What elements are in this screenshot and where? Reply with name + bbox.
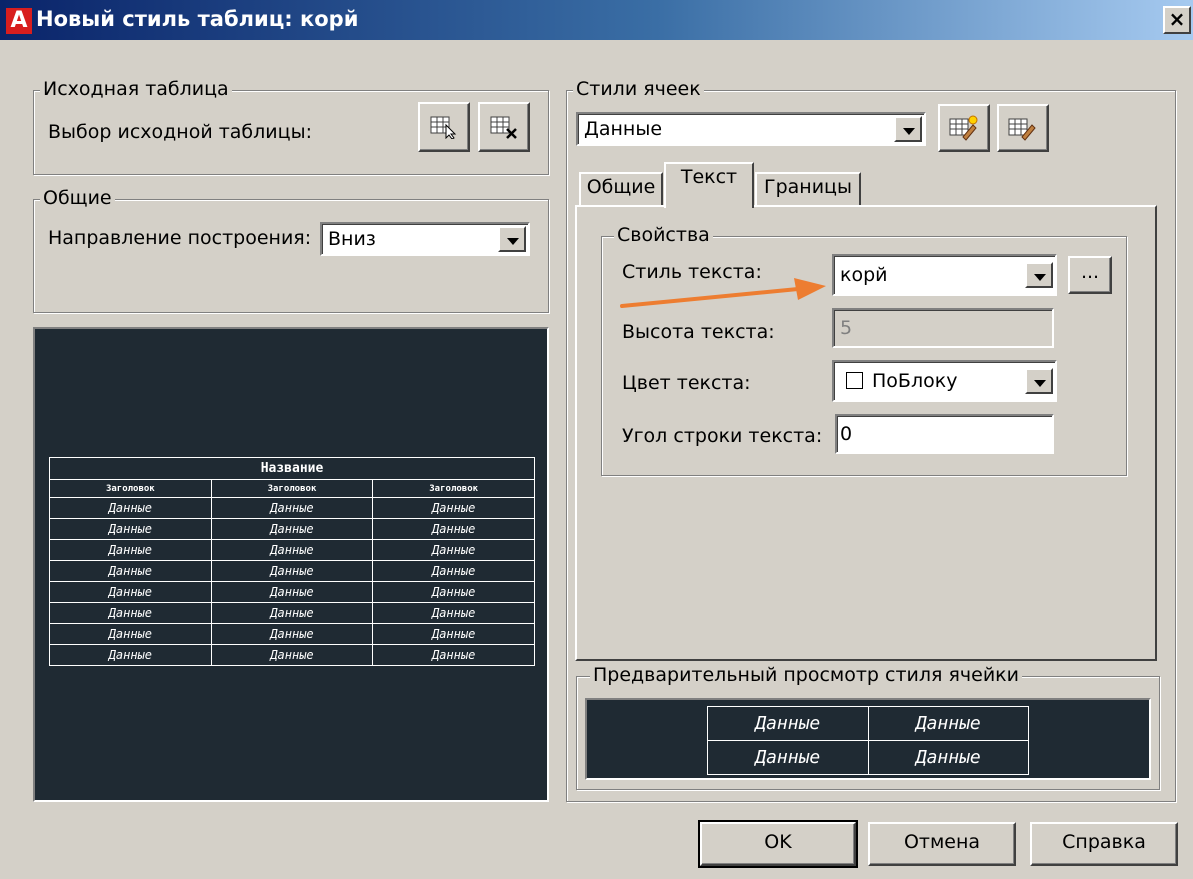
preview-data-row: Данные Данные Данные	[49, 560, 535, 582]
preview-data-cell: Данные	[210, 560, 374, 582]
text-style-value: корй	[840, 264, 888, 286]
text-height-value: 5	[840, 317, 853, 339]
general-group	[33, 199, 549, 313]
cell-preview-row: Данные Данные	[707, 706, 1029, 741]
preview-data-cell: Данные	[210, 623, 374, 645]
text-color-select[interactable]: ПоБлоку	[832, 360, 1057, 402]
preview-data-row: Данные Данные Данные	[49, 518, 535, 540]
text-height-label: Высота текста:	[622, 321, 775, 343]
manage-cell-styles-icon	[1008, 118, 1036, 141]
preview-data-cell: Данные	[372, 539, 535, 561]
direction-label: Направление построения:	[48, 227, 312, 249]
select-source-table-label: Выбор исходной таблицы:	[48, 121, 312, 143]
cell-preview-table: Данные Данные Данные Данные	[707, 706, 1029, 775]
general-group-label: Общие	[40, 187, 115, 209]
preview-data-cell: Данные	[372, 581, 535, 603]
window-title: Новый стиль таблиц: корй	[36, 7, 359, 31]
chevron-down-icon[interactable]	[894, 116, 922, 142]
source-table-group-label: Исходная таблица	[40, 78, 232, 100]
preview-data-cell: Данные	[49, 497, 212, 519]
cell-style-preview: Данные Данные Данные Данные	[585, 698, 1151, 780]
preview-data-cell: Данные	[372, 560, 535, 582]
preview-data-row: Данные Данные Данные	[49, 644, 535, 666]
text-angle-value: 0	[840, 423, 853, 445]
preview-data-row: Данные Данные Данные	[49, 623, 535, 645]
cell-style-select[interactable]: Данные	[576, 112, 926, 146]
text-style-browse-button[interactable]: ...	[1068, 256, 1112, 294]
text-height-input: 5	[832, 308, 1054, 348]
select-table-icon	[430, 116, 457, 139]
direction-select[interactable]: Вниз	[320, 222, 530, 256]
ok-button[interactable]: OK	[698, 820, 858, 868]
preview-data-cell: Данные	[49, 644, 212, 666]
new-cell-style-button[interactable]	[938, 104, 990, 152]
preview-data-cell: Данные	[372, 623, 535, 645]
preview-data-cell: Данные	[372, 602, 535, 624]
preview-data-cell: Данные	[49, 560, 212, 582]
preview-data-cell: Данные	[210, 602, 374, 624]
preview-data-row: Данные Данные Данные	[49, 581, 535, 603]
cell-preview-row: Данные Данные	[707, 740, 1029, 775]
preview-data-row: Данные Данные Данные	[49, 539, 535, 561]
preview-data-cell: Данные	[372, 644, 535, 666]
tab-general[interactable]: Общие	[579, 172, 663, 206]
preview-header-cell: Заголовок	[372, 479, 535, 498]
tab-borders[interactable]: Границы	[755, 172, 861, 206]
preview-data-cell: Данные	[210, 644, 374, 666]
remove-table-icon	[490, 116, 517, 139]
direction-value: Вниз	[328, 228, 376, 250]
preview-header-cell: Заголовок	[210, 479, 374, 498]
preview-data-cell: Данные	[210, 581, 374, 603]
properties-group-label: Свойства	[614, 224, 713, 246]
manage-cell-styles-button[interactable]	[997, 104, 1049, 152]
preview-table-title: Название	[49, 457, 535, 480]
chevron-down-icon[interactable]	[1025, 262, 1053, 288]
preview-data-cell: Данные	[210, 518, 374, 540]
cell-preview-cell: Данные	[707, 706, 869, 741]
chevron-down-icon[interactable]	[1025, 368, 1053, 394]
preview-data-cell: Данные	[49, 602, 212, 624]
select-source-table-button[interactable]	[418, 102, 470, 152]
preview-data-row: Данные Данные Данные	[49, 602, 535, 624]
cell-preview-cell: Данные	[867, 706, 1029, 741]
preview-data-row: Данные Данные Данные	[49, 497, 535, 519]
preview-header-cell: Заголовок	[49, 479, 212, 498]
text-angle-label: Угол строки текста:	[622, 425, 823, 447]
preview-data-cell: Данные	[372, 497, 535, 519]
help-button[interactable]: Справка	[1030, 822, 1178, 866]
text-color-label: Цвет текста:	[622, 372, 751, 394]
preview-table: Название Заголовок Заголовок Заголовок Д…	[49, 457, 535, 666]
cell-preview-group-label: Предварительный просмотр стиля ячейки	[590, 664, 1023, 686]
text-color-value: ПоБлоку	[872, 370, 958, 392]
new-cell-style-icon	[949, 115, 978, 141]
autocad-logo-icon: A	[6, 8, 32, 34]
cell-preview-cell: Данные	[867, 740, 1029, 775]
preview-data-cell: Данные	[49, 539, 212, 561]
preview-data-cell: Данные	[210, 497, 374, 519]
remove-source-table-button[interactable]	[478, 102, 530, 152]
cancel-button[interactable]: Отмена	[868, 822, 1016, 866]
preview-data-cell: Данные	[49, 518, 212, 540]
preview-data-cell: Данные	[49, 581, 212, 603]
table-style-preview: Название Заголовок Заголовок Заголовок Д…	[33, 327, 549, 802]
preview-data-cell: Данные	[49, 623, 212, 645]
active-tab-join	[666, 202, 752, 208]
close-button[interactable]: ×	[1163, 6, 1191, 34]
text-style-select[interactable]: корй	[832, 254, 1057, 296]
cell-styles-group-label: Стили ячеек	[573, 78, 704, 100]
annotation-arrow-icon	[620, 278, 826, 308]
cell-preview-cell: Данные	[707, 740, 869, 775]
preview-data-cell: Данные	[210, 539, 374, 561]
cell-style-value: Данные	[584, 118, 663, 140]
chevron-down-icon[interactable]	[498, 226, 526, 252]
preview-data-cell: Данные	[372, 518, 535, 540]
color-swatch-icon	[846, 372, 863, 389]
text-angle-input[interactable]: 0	[835, 414, 1054, 454]
